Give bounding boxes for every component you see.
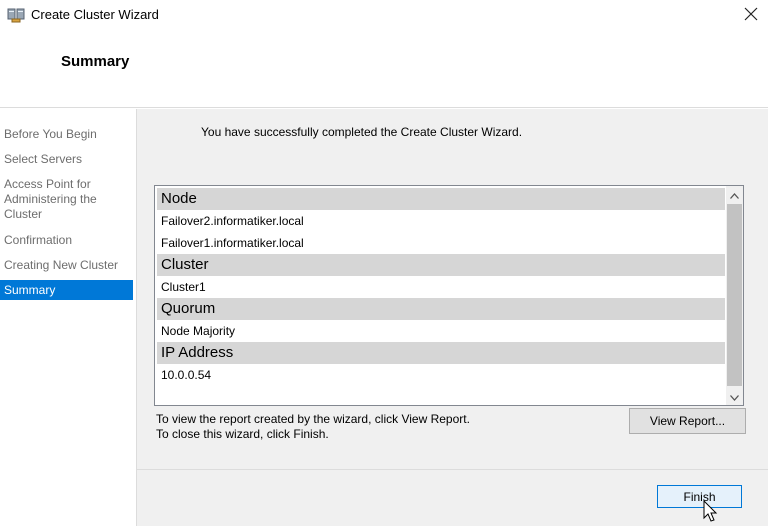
cluster-wizard-icon [7, 6, 25, 24]
view-report-button[interactable]: View Report... [629, 408, 746, 434]
report-row: Failover1.informatiker.local [161, 236, 304, 250]
report-row: Node Majority [161, 324, 236, 338]
nav-item-select-servers[interactable]: Select Servers [0, 152, 133, 167]
report-list: Node Failover2.informatiker.local Failov… [157, 188, 725, 386]
success-message: You have successfully completed the Crea… [201, 125, 523, 139]
title-bar: Create Cluster Wizard [0, 0, 768, 30]
section-header-cluster: Cluster [157, 254, 725, 276]
close-button[interactable] [736, 2, 766, 28]
report-row: Failover2.informatiker.local [161, 214, 304, 228]
scroll-down-button[interactable] [726, 388, 743, 405]
scroll-up-button[interactable] [726, 186, 743, 203]
close-icon [744, 7, 758, 24]
nav-item-creating-new-cluster[interactable]: Creating New Cluster [0, 258, 133, 273]
nav-item-before-you-begin[interactable]: Before You Begin [0, 127, 133, 142]
chevron-up-icon [730, 188, 739, 202]
view-report-instruction: To view the report created by the wizard… [156, 412, 470, 426]
section-header-node: Node [157, 188, 725, 210]
nav-item-confirmation[interactable]: Confirmation [0, 233, 133, 248]
wizard-footer: Finish [136, 469, 768, 526]
finish-button[interactable]: Finish [657, 485, 742, 508]
page-title: Summary [61, 53, 130, 70]
wizard-header: Summary [0, 30, 768, 108]
window-title: Create Cluster Wizard [31, 7, 159, 22]
nav-item-summary[interactable]: Summary [0, 280, 133, 300]
report-row: Cluster1 [161, 280, 206, 294]
main-content: You have successfully completed the Crea… [136, 109, 768, 469]
vertical-scrollbar[interactable] [726, 186, 743, 405]
scrollbar-thumb[interactable] [727, 204, 742, 386]
summary-report[interactable]: Node Failover2.informatiker.local Failov… [154, 185, 744, 406]
instructions: To view the report created by the wizard… [156, 412, 470, 442]
section-header-quorum: Quorum [157, 298, 725, 320]
mouse-cursor-icon [703, 499, 719, 524]
chevron-down-icon [730, 390, 739, 404]
wizard-steps: Before You Begin Select Servers Access P… [0, 109, 136, 526]
report-row: 10.0.0.54 [161, 368, 212, 382]
nav-item-access-point[interactable]: Access Point for Administering the Clust… [0, 177, 133, 222]
finish-instruction: To close this wizard, click Finish. [156, 427, 329, 441]
section-header-ip-address: IP Address [157, 342, 725, 364]
